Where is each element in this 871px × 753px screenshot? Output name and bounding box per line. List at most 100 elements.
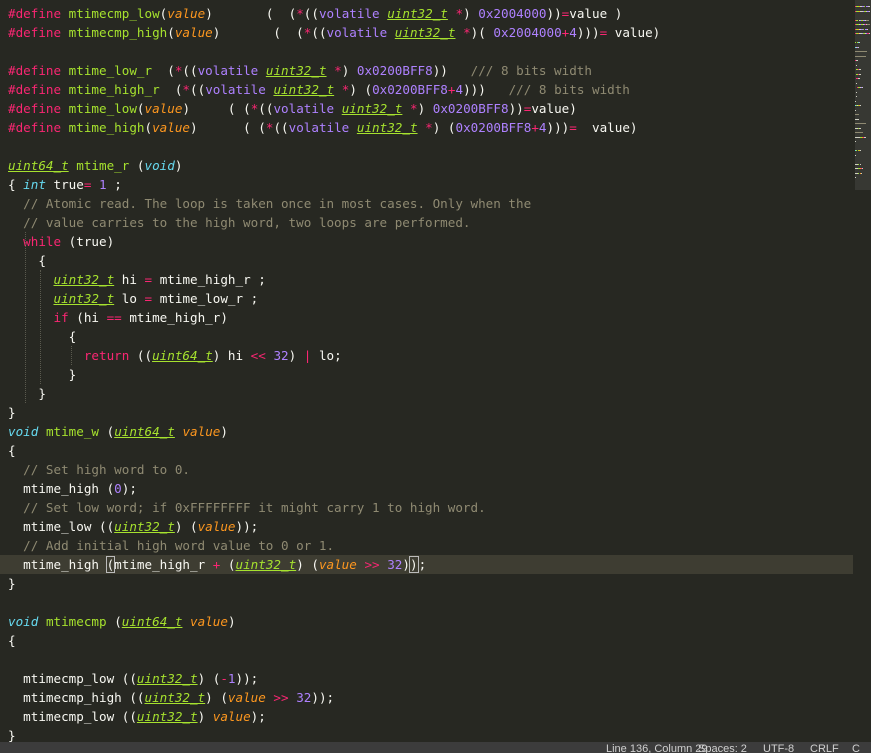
code-token: (hi	[68, 310, 107, 325]
code-line[interactable]: mtimecmp_high ((uint32_t) (value >> 32))…	[8, 688, 334, 707]
code-line[interactable]: }	[8, 384, 46, 403]
code-line[interactable]: }	[8, 403, 16, 422]
code-token: ))	[508, 101, 524, 116]
indent-guide	[25, 232, 27, 403]
code-line[interactable]: #define mtime_low(value) ( (*((volatile …	[8, 99, 577, 118]
code-token: }	[8, 367, 77, 382]
status-bar: Line 136, Column 29 Spaces: 2 UTF-8 CRLF…	[0, 742, 871, 753]
minimap-line	[869, 10, 871, 12]
code-token: // Add initial high word value to 0 or 1…	[23, 538, 335, 553]
code-line[interactable]: mtime_low ((uint32_t) (value));	[8, 517, 258, 536]
code-line[interactable]: mtimecmp_low ((uint32_t) value);	[8, 707, 266, 726]
code-token: lo;	[311, 348, 342, 363]
code-token: ) ( (	[212, 25, 304, 40]
code-token: while	[23, 234, 62, 249]
code-line[interactable]: {	[8, 251, 46, 270]
indentation-setting[interactable]: Spaces: 2	[698, 742, 747, 753]
code-line[interactable]: {	[8, 631, 16, 650]
code-editor[interactable]: #define mtimecmp_low(value) ( (*((volati…	[0, 0, 855, 742]
code-token: value)	[576, 120, 638, 135]
code-line[interactable]: #define mtimecmp_high(value) ( (* ((volat…	[8, 23, 660, 42]
code-token: =	[144, 291, 153, 306]
minimap-line	[860, 163, 862, 165]
syntax-mode[interactable]: C	[852, 742, 860, 753]
minimap-line	[855, 96, 857, 97]
code-line[interactable]: mtime_high (0);	[8, 479, 137, 498]
minimap-line	[855, 51, 868, 52]
code-line[interactable]: // Add initial high word value to 0 or 1…	[8, 536, 334, 555]
code-line[interactable]: {	[8, 327, 77, 346]
code-token: hi	[114, 272, 145, 287]
code-token: )	[227, 614, 236, 629]
code-line[interactable]: while (true)	[8, 232, 114, 251]
code-token: ((	[311, 25, 327, 40]
code-token: ==	[106, 310, 122, 325]
code-line[interactable]: #define mtime_low_r (* ((volatile uint32_…	[8, 61, 592, 80]
code-token: 0x2004000	[493, 25, 562, 40]
minimap-line	[860, 150, 862, 151]
code-token: mtime_low_r ;	[152, 291, 259, 306]
minimap-line	[857, 118, 859, 120]
code-token: (	[106, 614, 122, 629]
code-token: (	[129, 158, 145, 173]
code-line[interactable]: #define mtime_high(value) ( (* ((volatile…	[8, 118, 638, 137]
code-line[interactable]: {	[8, 441, 16, 460]
code-line[interactable]: // Set low word; if 0xFFFFFFFF it might …	[8, 498, 486, 517]
code-token: )	[197, 709, 213, 724]
code-line[interactable]: }	[8, 574, 16, 593]
code-token: value)	[607, 25, 661, 40]
code-token: {	[8, 329, 77, 344]
code-line[interactable]: }	[8, 365, 77, 384]
code-line[interactable]: #define mtime_high_r (*((volatile uint32…	[8, 80, 630, 99]
code-token: 32	[296, 690, 312, 705]
minimap-line	[860, 127, 862, 129]
code-line[interactable]: return ((uint64_t) hi << 32) | lo;	[8, 346, 342, 365]
minimap[interactable]	[855, 0, 871, 742]
code-line[interactable]: // Atomic read. The loop is taken once i…	[8, 194, 531, 213]
code-token: {	[8, 253, 46, 268]
file-encoding[interactable]: UTF-8	[763, 742, 794, 753]
code-token: volatile	[318, 6, 380, 21]
cursor-position[interactable]: Line 136, Column 29	[606, 742, 708, 753]
code-token: (	[99, 424, 115, 439]
code-token: #define	[8, 6, 62, 21]
code-line[interactable]: { int true= 1 ;	[8, 175, 122, 194]
code-token: mtime_high_r)	[121, 310, 228, 325]
code-line[interactable]: #define mtimecmp_low(value) ( (*((volati…	[8, 4, 622, 23]
code-line[interactable]: uint32_t hi = mtime_high_r ;	[8, 270, 266, 289]
code-line[interactable]: void mtimecmp (uint64_t value)	[8, 612, 236, 631]
minimap-line	[855, 132, 863, 133]
code-line[interactable]: // value carries to the high word, two l…	[8, 213, 470, 232]
code-token: )	[463, 6, 479, 21]
code-line[interactable]: uint64_t mtime_r (void)	[8, 156, 182, 175]
code-line[interactable]: mtime_high (mtime_high_r + (uint32_t) (v…	[0, 555, 853, 574]
code-line[interactable]: mtimecmp_low ((uint32_t) (-1));	[8, 669, 258, 688]
code-line[interactable]: }	[8, 726, 16, 742]
code-token: mtime_r	[76, 158, 130, 173]
code-token: )	[341, 63, 357, 78]
code-token: mtimecmp_high ((	[8, 690, 145, 705]
code-line[interactable]: uint32_t lo = mtime_low_r ;	[8, 289, 259, 308]
code-token: #define	[8, 120, 62, 135]
minimap-line	[855, 141, 856, 142]
minimap-line	[858, 73, 861, 75]
code-token: ;	[106, 177, 122, 192]
code-token: )(	[470, 25, 494, 40]
code-token: uint32_t	[265, 63, 327, 78]
code-token: 1	[99, 177, 107, 192]
code-line[interactable]: // Set high word to 0.	[8, 460, 190, 479]
code-token: volatile	[273, 101, 335, 116]
code-line[interactable]: void mtime_w (uint64_t value)	[8, 422, 228, 441]
code-token: mtimecmp_high	[68, 25, 168, 40]
line-endings[interactable]: CRLF	[810, 742, 839, 753]
